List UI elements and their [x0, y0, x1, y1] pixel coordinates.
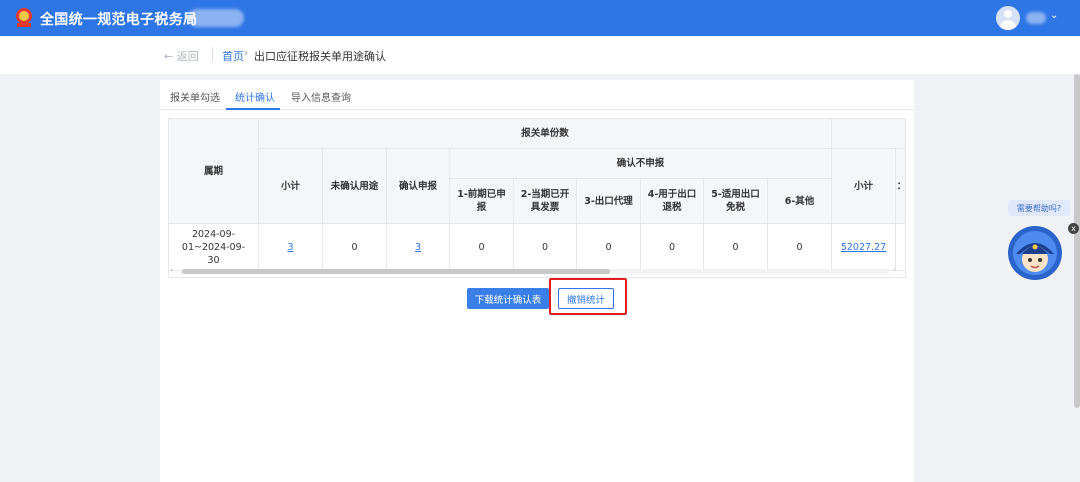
- scroll-left-icon[interactable]: ‹: [170, 265, 173, 274]
- username-blurred[interactable]: [1026, 12, 1046, 24]
- close-icon[interactable]: x: [1068, 223, 1079, 234]
- tax-emblem-icon: [16, 8, 32, 27]
- header-right-subtotal: 小计: [832, 149, 896, 224]
- header-unconfirmed: 未确认用途: [323, 149, 387, 224]
- cell-c3: 0: [577, 224, 641, 271]
- scroll-right-icon[interactable]: ›: [893, 265, 896, 274]
- cell-right-cut: [896, 224, 905, 271]
- header-c4: 4-用于出口退税: [641, 179, 704, 224]
- cell-c4: 0: [641, 224, 704, 271]
- region-badge-blurred: [188, 9, 244, 27]
- revoke-stat-button[interactable]: 撤销统计: [558, 288, 614, 309]
- table-horizontal-scrollbar[interactable]: ‹ ›: [168, 265, 906, 276]
- header-c5: 5-适用出口免税: [704, 179, 768, 224]
- header-declaration-count: 报关单份数: [259, 119, 832, 149]
- app-title[interactable]: 全国统一规范电子税务局: [40, 9, 197, 29]
- chevron-down-icon[interactable]: ⌄: [1050, 10, 1058, 21]
- header-c1: 1-前期已申报: [450, 179, 514, 224]
- tab-import-query[interactable]: 导入信息查询: [291, 89, 351, 104]
- header-confirmed-not-declare: 确认不申报: [450, 149, 832, 179]
- download-confirm-table-button[interactable]: 下载统计确认表: [467, 288, 549, 309]
- cell-unconfirmed: 0: [323, 224, 387, 271]
- header-c6: 6-其他: [768, 179, 832, 224]
- page-vertical-scrollbar[interactable]: [1074, 74, 1080, 408]
- back-link[interactable]: ← 返回: [164, 48, 199, 64]
- breadcrumb-home[interactable]: 首页: [222, 48, 244, 64]
- table-row: 3: [387, 224, 450, 271]
- header-c3: 3-出口代理: [577, 179, 641, 224]
- breadcrumb: ← 返回 首页 › 出口应征税报关单用途确认: [0, 36, 1080, 74]
- link-confirmed-declare[interactable]: 3: [415, 241, 421, 254]
- cell-c5: 0: [704, 224, 768, 271]
- stat-table: 属期 报关单份数 小计 未确认用途 确认申报 确认不申报 小计 ： 1-前期已申…: [168, 118, 906, 278]
- header-right-group: [832, 119, 905, 149]
- header-period: 属期: [169, 119, 259, 224]
- table-row: 52027.27: [832, 224, 896, 271]
- table-row: 3: [259, 224, 323, 271]
- cell-c1: 0: [450, 224, 514, 271]
- header-confirmed-declare: 确认申报: [387, 149, 450, 224]
- scroll-thumb[interactable]: [182, 269, 610, 274]
- help-bubble[interactable]: 需要帮助吗?: [1008, 200, 1070, 216]
- tab-bar: 报关单勾选 统计确认 导入信息查询: [160, 80, 914, 110]
- link-right-subtotal[interactable]: 52027.27: [841, 241, 886, 254]
- tab-declaration-select[interactable]: 报关单勾选: [170, 89, 220, 104]
- header-c2: 2-当期已开具发票: [514, 179, 577, 224]
- cell-period: 2024-09-01~2024-09-30: [169, 224, 259, 271]
- chevron-right-icon: ›: [244, 48, 248, 59]
- active-tab-indicator: [226, 108, 280, 110]
- header-subtotal: 小计: [259, 149, 323, 224]
- assistant-mascot-icon[interactable]: [1006, 224, 1064, 282]
- top-header: 全国统一规范电子税务局 ⌄: [0, 0, 1080, 36]
- link-subtotal[interactable]: 3: [287, 241, 293, 254]
- cell-c2: 0: [514, 224, 577, 271]
- breadcrumb-current: 出口应征税报关单用途确认: [254, 50, 386, 63]
- header-right-cut: ：: [896, 149, 905, 224]
- breadcrumb-divider: [212, 47, 213, 61]
- tab-stat-confirm[interactable]: 统计确认: [235, 89, 275, 104]
- main-card: 报关单勾选 统计确认 导入信息查询 属期 报关单份数 小计 未确认用途 确认申报…: [160, 80, 914, 482]
- avatar[interactable]: [996, 6, 1020, 30]
- cell-c6: 0: [768, 224, 832, 271]
